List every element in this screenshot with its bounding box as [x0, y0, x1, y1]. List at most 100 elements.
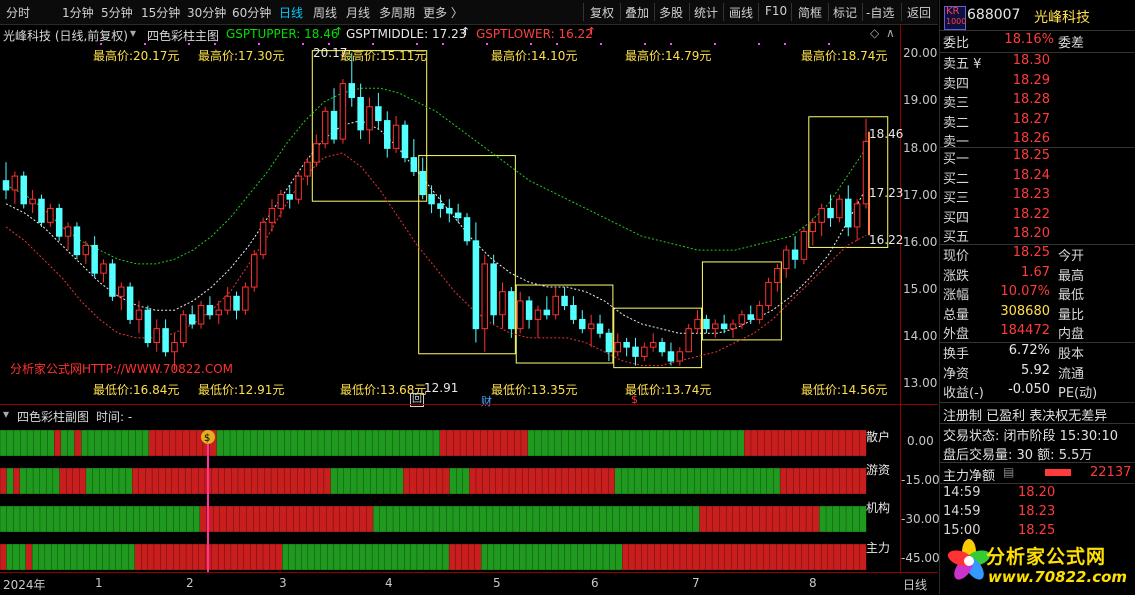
ask-label: 卖二 — [943, 115, 970, 131]
strip-cell — [312, 505, 321, 533]
candle-body — [658, 342, 666, 353]
ask-row[interactable]: 卖四 18.29 — [940, 73, 1135, 93]
strip-cell — [410, 543, 418, 571]
candle-body — [561, 295, 568, 307]
candle-body — [401, 124, 409, 159]
indicator-dropdown-icon[interactable]: ▾ — [130, 26, 136, 40]
period-tab[interactable]: 多周期 — [379, 4, 415, 21]
main-chart[interactable] — [0, 40, 900, 404]
back-button[interactable]: 返回 — [907, 4, 931, 21]
candle-body — [570, 305, 577, 320]
strip-cell — [557, 543, 566, 571]
strip-cell — [852, 429, 860, 457]
strip-cell — [588, 429, 596, 457]
sub-chart[interactable]: $ — [0, 424, 900, 572]
period-tab[interactable]: 60分钟 — [232, 4, 271, 21]
strip-cell — [541, 429, 549, 457]
period-tab-active[interactable]: 日线 — [279, 4, 303, 21]
strip-cell — [385, 429, 393, 457]
strip-cell — [135, 429, 143, 457]
period-tab[interactable]: 周线 — [313, 4, 337, 21]
diamond-icon[interactable]: ◇ — [870, 26, 879, 40]
strip-cell — [338, 429, 346, 457]
strip-cell — [660, 467, 669, 495]
period-tab[interactable]: 月线 — [346, 4, 370, 21]
stat-row: 涨幅 10.07% 最低 — [940, 284, 1135, 304]
bid-price: 18.24 — [1012, 167, 1050, 183]
ask-row[interactable]: 卖五 ¥ 18.30 — [940, 53, 1135, 73]
period-tab[interactable]: 30分钟 — [187, 4, 226, 21]
signal-dot — [556, 43, 558, 45]
ask-row[interactable]: 卖三 18.28 — [940, 92, 1135, 112]
candle-body — [641, 346, 648, 357]
period-tab[interactable]: 分时 — [6, 4, 30, 21]
strip-cell — [825, 429, 833, 457]
strip-cell — [686, 505, 694, 533]
stock-code: 688007 — [967, 7, 1021, 23]
candle-body — [685, 328, 692, 353]
strip-cell — [429, 467, 437, 495]
ask-label: 卖五 ¥ — [943, 57, 982, 72]
strip-cell — [845, 505, 854, 533]
strip-cell — [455, 543, 463, 571]
candle-body — [55, 207, 63, 237]
mark-button[interactable]: 标记 — [833, 4, 857, 21]
finance-event-icon[interactable]: 财 — [481, 393, 492, 409]
strip-cell — [178, 467, 186, 495]
strip-cell — [820, 543, 829, 571]
strip-cell — [282, 543, 290, 571]
period-tab[interactable]: 1分钟 — [62, 4, 94, 21]
stat-value: 184472 — [1000, 323, 1050, 339]
strip-cell — [350, 467, 358, 495]
strip-cell — [307, 543, 315, 571]
candle-body — [463, 217, 471, 242]
strip-cell — [765, 505, 774, 533]
bid-row[interactable]: 买三 18.23 — [940, 187, 1135, 207]
strip-cell — [299, 505, 307, 533]
strip-cell — [141, 543, 149, 571]
sub-indicator-dropdown-icon[interactable]: ▾ — [3, 407, 9, 421]
price-tick: 19.00 — [903, 93, 938, 107]
multi-stock-button[interactable]: 多股 — [659, 4, 683, 21]
statistics-button[interactable]: 统计 — [694, 4, 718, 21]
strip-cell — [339, 543, 347, 571]
sub-indicator-name[interactable]: 四色彩柱副图 — [17, 408, 89, 425]
candle-body — [171, 342, 178, 353]
strip-cell — [575, 467, 583, 495]
strip-cell — [750, 429, 759, 457]
more-periods-button[interactable]: 更多 〉 — [423, 4, 463, 21]
period-tab[interactable]: 15分钟 — [141, 4, 180, 21]
fuquan-button[interactable]: 复权 — [590, 4, 614, 21]
candle-body — [649, 342, 657, 348]
strip-cell — [186, 505, 194, 533]
strip-cell — [166, 505, 174, 533]
candle-body — [614, 342, 622, 353]
strip-cell — [608, 429, 617, 457]
strip-cell — [699, 543, 707, 571]
period-tab[interactable]: 5分钟 — [101, 4, 133, 21]
strip-cell — [519, 505, 527, 533]
strip-cell — [392, 429, 400, 457]
strip-cell — [666, 505, 674, 533]
signal-dot — [714, 43, 716, 45]
strip-cell — [449, 467, 457, 495]
list-icon[interactable]: ▤ — [1003, 465, 1014, 479]
bid-row[interactable]: 买二 18.24 — [940, 168, 1135, 188]
expand-icon[interactable]: ∧ — [886, 26, 895, 40]
simple-frame-button[interactable]: 简框 — [798, 4, 822, 21]
strip-cell — [31, 543, 40, 571]
strip-cell — [19, 505, 28, 533]
strip-cell — [853, 543, 861, 571]
strip-cell — [317, 429, 326, 457]
strip-cell — [705, 543, 713, 571]
draw-line-button[interactable]: 画线 — [729, 4, 753, 21]
f10-button[interactable]: F10 — [765, 4, 787, 18]
bid-row[interactable]: 买一 18.25 — [940, 148, 1135, 168]
strip-cell — [811, 429, 820, 457]
strip-cell — [47, 429, 55, 457]
add-watchlist-button[interactable]: -自选 — [866, 4, 894, 21]
stat-label: 外盘 — [943, 327, 970, 343]
bid-row[interactable]: 买四 18.22 — [940, 207, 1135, 227]
overlay-button[interactable]: 叠加 — [625, 4, 649, 21]
ask-row[interactable]: 卖二 18.27 — [940, 112, 1135, 132]
